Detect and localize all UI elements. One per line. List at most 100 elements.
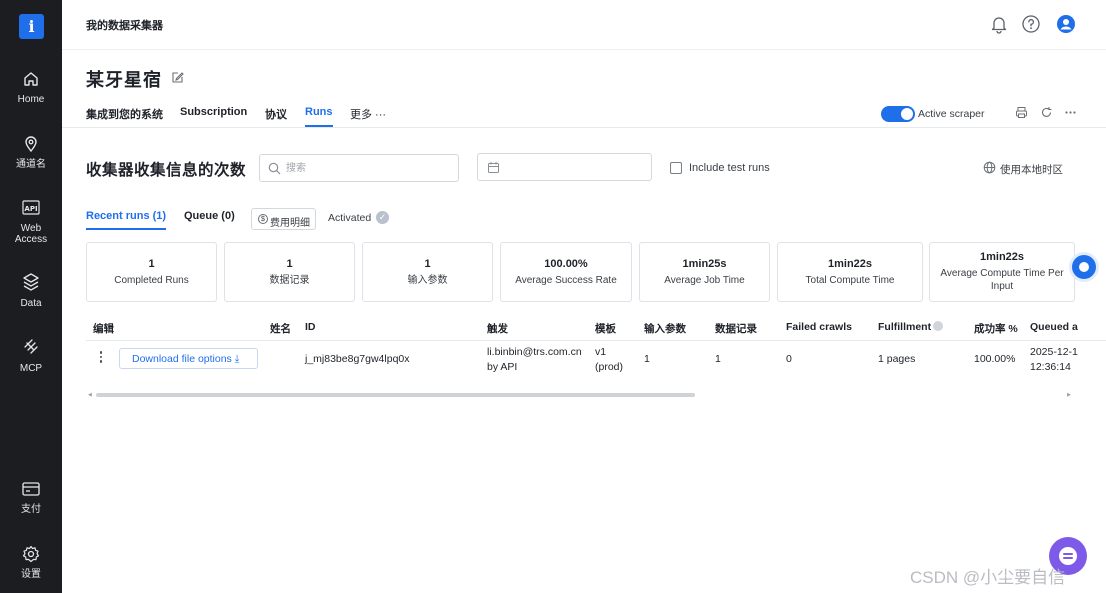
stat-value: 100.00% <box>544 258 588 270</box>
cell-template-env: (prod) <box>595 361 624 373</box>
download-file-options-button[interactable]: Download file options ⤓ <box>119 348 258 369</box>
stat-label: Average Compute Time Per Input <box>940 268 1064 292</box>
column-header: 输入参数 <box>644 323 686 335</box>
stat-value: 1min22s <box>827 258 873 270</box>
more-options-icon[interactable] <box>1064 106 1077 119</box>
sidebar-item-home[interactable]: Home <box>0 70 62 105</box>
fee-details-button[interactable]: $ 费用明细 <box>251 208 316 230</box>
help-icon[interactable] <box>1021 14 1041 34</box>
tab-recent-runs[interactable]: Recent runs (1) <box>86 210 167 230</box>
tab-runs[interactable]: Runs <box>305 106 333 127</box>
header-divider <box>86 340 1106 341</box>
cell-failed-crawls: 0 <box>786 353 792 365</box>
app-logo[interactable]: i <box>19 14 44 39</box>
include-test-runs-label: Include test runs <box>689 162 770 174</box>
timezone-label: 使用本地时区 <box>1000 164 1063 176</box>
scroll-left-arrow[interactable]: ◀ <box>88 392 92 398</box>
column-header: 触发 <box>487 323 508 335</box>
stat-card-records: 1 数据记录 <box>224 242 355 302</box>
active-scraper-toggle[interactable] <box>881 106 915 122</box>
stat-card-total-compute-time: 1min22s Total Compute Time <box>777 242 923 302</box>
svg-text:API: API <box>24 205 37 213</box>
column-header-fulfillment: Fulfillment <box>878 321 944 333</box>
cell-trigger-email: li.binbin@trs.com.cn <box>487 346 582 358</box>
column-header: Failed crawls <box>786 321 852 333</box>
sidebar-item-label: 设置 <box>21 569 41 580</box>
page-title: 某牙星宿 <box>86 70 162 90</box>
layers-icon <box>23 273 39 291</box>
column-header: ID <box>305 321 316 333</box>
tab-protocol[interactable]: 协议 <box>265 106 287 122</box>
scroll-right-arrow[interactable]: ▶ <box>1067 392 1071 398</box>
globe-icon <box>983 161 996 174</box>
download-label: Download file options ⤓ <box>132 353 240 365</box>
search-input[interactable] <box>286 160 446 176</box>
user-avatar-icon[interactable] <box>1056 14 1076 34</box>
column-header: 姓名 <box>270 323 291 335</box>
fee-details-label: 费用明细 <box>270 218 310 229</box>
stat-label: 输入参数 <box>407 275 448 286</box>
stat-value: 1min25s <box>682 258 727 270</box>
column-header: Queued a <box>1030 321 1078 333</box>
cell-trigger-source: by API <box>487 361 518 373</box>
row-menu-icon[interactable] <box>98 351 104 365</box>
date-range-picker[interactable] <box>477 153 652 181</box>
sidebar-item-mcp[interactable]: MCP <box>0 337 62 374</box>
top-bar: 我的数据采集器 <box>62 0 1106 50</box>
mcp-icon <box>24 339 38 354</box>
sidebar-item-label: Data <box>20 298 42 309</box>
sidebar: i Home 通道名 API Web Access Data MCP 支付 设置 <box>0 0 62 593</box>
stat-label: Total Compute Time <box>805 275 895 286</box>
sidebar-item-data[interactable]: Data <box>0 272 62 309</box>
column-header: 编辑 <box>93 323 114 335</box>
stat-label: Average Job Time <box>664 275 745 286</box>
sidebar-item-settings[interactable]: 设置 <box>0 545 62 580</box>
cell-template-version: v1 <box>595 346 607 358</box>
sidebar-item-label: Home <box>17 94 45 105</box>
stat-label: Average Success Rate <box>515 275 617 286</box>
edit-icon[interactable] <box>171 71 184 84</box>
column-header: 成功率 % <box>974 323 1018 335</box>
sidebar-item-payment[interactable]: 支付 <box>0 480 62 515</box>
include-test-runs-checkbox[interactable] <box>670 162 682 174</box>
cell-success-rate: 100.00% <box>974 353 1016 365</box>
stat-label: Completed Runs <box>114 275 189 286</box>
search-box <box>259 154 459 182</box>
sidebar-item-channel[interactable]: 通道名 <box>0 135 62 170</box>
tabs-divider <box>62 127 1106 128</box>
api-icon: API <box>22 200 40 215</box>
tab-subscription[interactable]: Subscription <box>180 106 247 118</box>
card-icon <box>22 482 40 496</box>
cell-id[interactable]: j_mj83be8g7gw4lpq0x <box>305 352 410 366</box>
stat-value: 1 <box>148 258 155 270</box>
stat-card-avg-compute-time: 1min22s Average Compute Time Per Input <box>929 242 1075 302</box>
cell-queued-time: 12:36:14 <box>1030 361 1071 373</box>
stat-value: 1min22s <box>979 251 1025 263</box>
stat-value: 1 <box>286 258 293 270</box>
stat-card-input-params: 1 输入参数 <box>362 242 493 302</box>
stat-label: 数据记录 <box>269 275 310 286</box>
stat-card-completed-runs: 1 Completed Runs <box>86 242 217 302</box>
tab-integration[interactable]: 集成到您的系统 <box>86 106 163 122</box>
print-icon[interactable] <box>1015 106 1028 119</box>
stat-value: 1 <box>424 258 431 270</box>
horizontal-scrollbar[interactable] <box>96 393 695 397</box>
info-icon[interactable] <box>933 321 944 331</box>
sidebar-item-label: 支付 <box>21 504 41 515</box>
location-pin-icon <box>25 136 37 153</box>
tab-queue[interactable]: Queue (0) <box>184 210 235 222</box>
cell-input-params: 1 <box>644 353 650 365</box>
check-circle-icon: ✓ <box>376 211 389 224</box>
sidebar-item-web-access[interactable]: API Web Access <box>0 199 62 245</box>
gear-icon <box>22 545 40 563</box>
assistant-float-button[interactable] <box>1072 255 1096 279</box>
sidebar-item-label: Web Access <box>14 223 48 245</box>
refresh-icon[interactable] <box>1040 106 1053 119</box>
bell-icon[interactable] <box>989 14 1009 34</box>
section-title: 收集器收集信息的次数 <box>86 162 247 179</box>
sidebar-item-label: MCP <box>19 363 43 374</box>
tab-more[interactable]: 更多 ··· <box>350 106 386 122</box>
activated-label: Activated <box>328 212 372 224</box>
calendar-icon <box>488 162 499 173</box>
dollar-icon: $ <box>258 214 268 224</box>
